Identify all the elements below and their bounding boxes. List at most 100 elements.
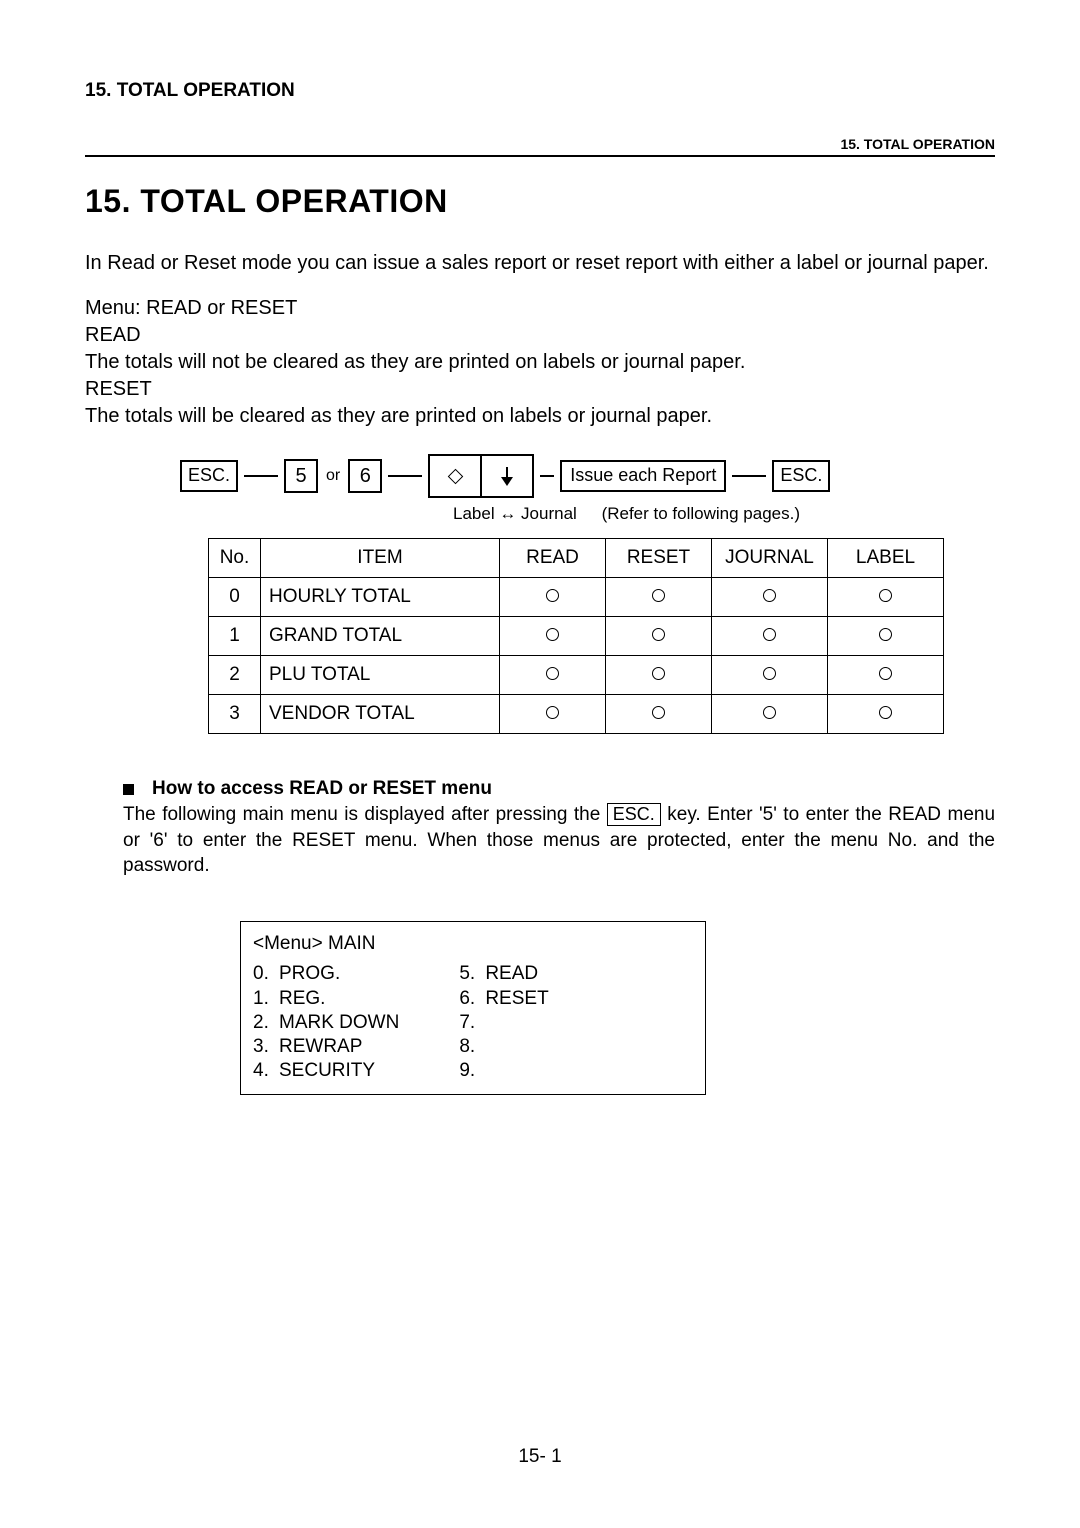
circle-icon (763, 667, 776, 680)
circle-icon (763, 628, 776, 641)
menu-no: 9. (459, 1059, 485, 1083)
menu-no: 6. (459, 987, 485, 1011)
cell-label (828, 656, 944, 695)
issue-report-box: Issue each Report (560, 460, 726, 492)
cell-read (500, 617, 606, 656)
totals-table: No. ITEM READ RESET JOURNAL LABEL 0 HOUR… (208, 538, 944, 734)
main-menu-box: <Menu> MAIN 0.PROG. 1.REG. 2.MARK DOWN 3… (240, 921, 706, 1095)
table-row: 1 GRAND TOTAL (209, 617, 944, 656)
circle-icon (652, 706, 665, 719)
howto-paragraph: The following main menu is displayed aft… (123, 802, 995, 879)
cell-no: 1 (209, 617, 261, 656)
menu-item: 8. (459, 1035, 548, 1059)
cell-item: HOURLY TOTAL (261, 578, 500, 617)
cell-read (500, 656, 606, 695)
menu-label: MARK DOWN (279, 1011, 399, 1035)
table-row: 0 HOURLY TOTAL (209, 578, 944, 617)
cell-label (828, 617, 944, 656)
cell-reset (606, 695, 712, 734)
circle-icon (879, 589, 892, 602)
cell-read (500, 578, 606, 617)
cell-item: GRAND TOTAL (261, 617, 500, 656)
esc-key: ESC. (772, 460, 830, 492)
cell-no: 3 (209, 695, 261, 734)
flow-diagram: ESC. 5 or 6 Issue each Report ESC. (180, 454, 995, 498)
header-rule (85, 155, 995, 157)
menu-no: 5. (459, 962, 485, 986)
cell-journal (712, 617, 828, 656)
cell-reset (606, 656, 712, 695)
cell-label (828, 578, 944, 617)
circle-icon (652, 589, 665, 602)
circle-icon (546, 589, 559, 602)
menu-head: <Menu> MAIN (253, 932, 693, 956)
menu-label: REWRAP (279, 1035, 362, 1059)
section-title: 15. TOTAL OPERATION (85, 183, 995, 220)
menu-no: 4. (253, 1059, 279, 1083)
menu-item: 5.READ (459, 962, 548, 986)
col-journal: JOURNAL (712, 539, 828, 578)
read-heading: READ (85, 322, 995, 349)
table-row: 3 VENDOR TOTAL (209, 695, 944, 734)
connector (244, 475, 278, 477)
key-6: 6 (348, 459, 382, 493)
table-header-row: No. ITEM READ RESET JOURNAL LABEL (209, 539, 944, 578)
menu-col-left: 0.PROG. 1.REG. 2.MARK DOWN 3.REWRAP 4.SE… (253, 962, 399, 1084)
label-journal-caption: Label ↔ Journal (453, 504, 577, 524)
circle-icon (879, 667, 892, 680)
square-bullet-icon (123, 784, 134, 795)
intro-paragraph: In Read or Reset mode you can issue a sa… (85, 250, 995, 277)
cell-no: 2 (209, 656, 261, 695)
menu-no: 2. (253, 1011, 279, 1035)
circle-icon (763, 589, 776, 602)
cell-no: 0 (209, 578, 261, 617)
circle-icon (652, 667, 665, 680)
col-reset: RESET (606, 539, 712, 578)
cell-journal (712, 656, 828, 695)
cell-read (500, 695, 606, 734)
cell-reset (606, 617, 712, 656)
circle-icon (546, 667, 559, 680)
key-5: 5 (284, 459, 318, 493)
connector (388, 475, 422, 477)
menu-no: 3. (253, 1035, 279, 1059)
or-text: or (324, 467, 342, 485)
page-number: 15- 1 (0, 1446, 1080, 1468)
connector (732, 475, 766, 477)
cell-journal (712, 695, 828, 734)
running-header-left: 15. TOTAL OPERATION (85, 80, 995, 102)
menu-no: 0. (253, 962, 279, 986)
circle-icon (879, 706, 892, 719)
feed-key (428, 454, 534, 498)
menu-no: 7. (459, 1011, 485, 1035)
reset-heading: RESET (85, 376, 995, 403)
connector (540, 475, 554, 477)
menu-item: 3.REWRAP (253, 1035, 399, 1059)
menu-item: 2.MARK DOWN (253, 1011, 399, 1035)
esc-key-inline: ESC. (607, 803, 661, 826)
esc-key: ESC. (180, 460, 238, 492)
col-item: ITEM (261, 539, 500, 578)
menu-label: SECURITY (279, 1059, 375, 1083)
circle-icon (879, 628, 892, 641)
circle-icon (652, 628, 665, 641)
menu-item: 7. (459, 1011, 548, 1035)
circle-icon (763, 706, 776, 719)
table-row: 2 PLU TOTAL (209, 656, 944, 695)
col-label: LABEL (828, 539, 944, 578)
menu-no: 8. (459, 1035, 485, 1059)
menu-item: 4.SECURITY (253, 1059, 399, 1083)
col-read: READ (500, 539, 606, 578)
cell-item: VENDOR TOTAL (261, 695, 500, 734)
menu-line: Menu: READ or RESET (85, 295, 995, 322)
menu-label: REG. (279, 987, 325, 1011)
diamond-icon (430, 456, 481, 496)
menu-label: READ (485, 962, 538, 986)
menu-label: PROG. (279, 962, 340, 986)
arrow-down-icon (481, 456, 532, 496)
menu-col-right: 5.READ 6.RESET 7. 8. 9. (459, 962, 548, 1084)
menu-item: 9. (459, 1059, 548, 1083)
menu-item: 6.RESET (459, 987, 548, 1011)
menu-item: 0.PROG. (253, 962, 399, 986)
running-header-right: 15. TOTAL OPERATION (85, 136, 995, 152)
